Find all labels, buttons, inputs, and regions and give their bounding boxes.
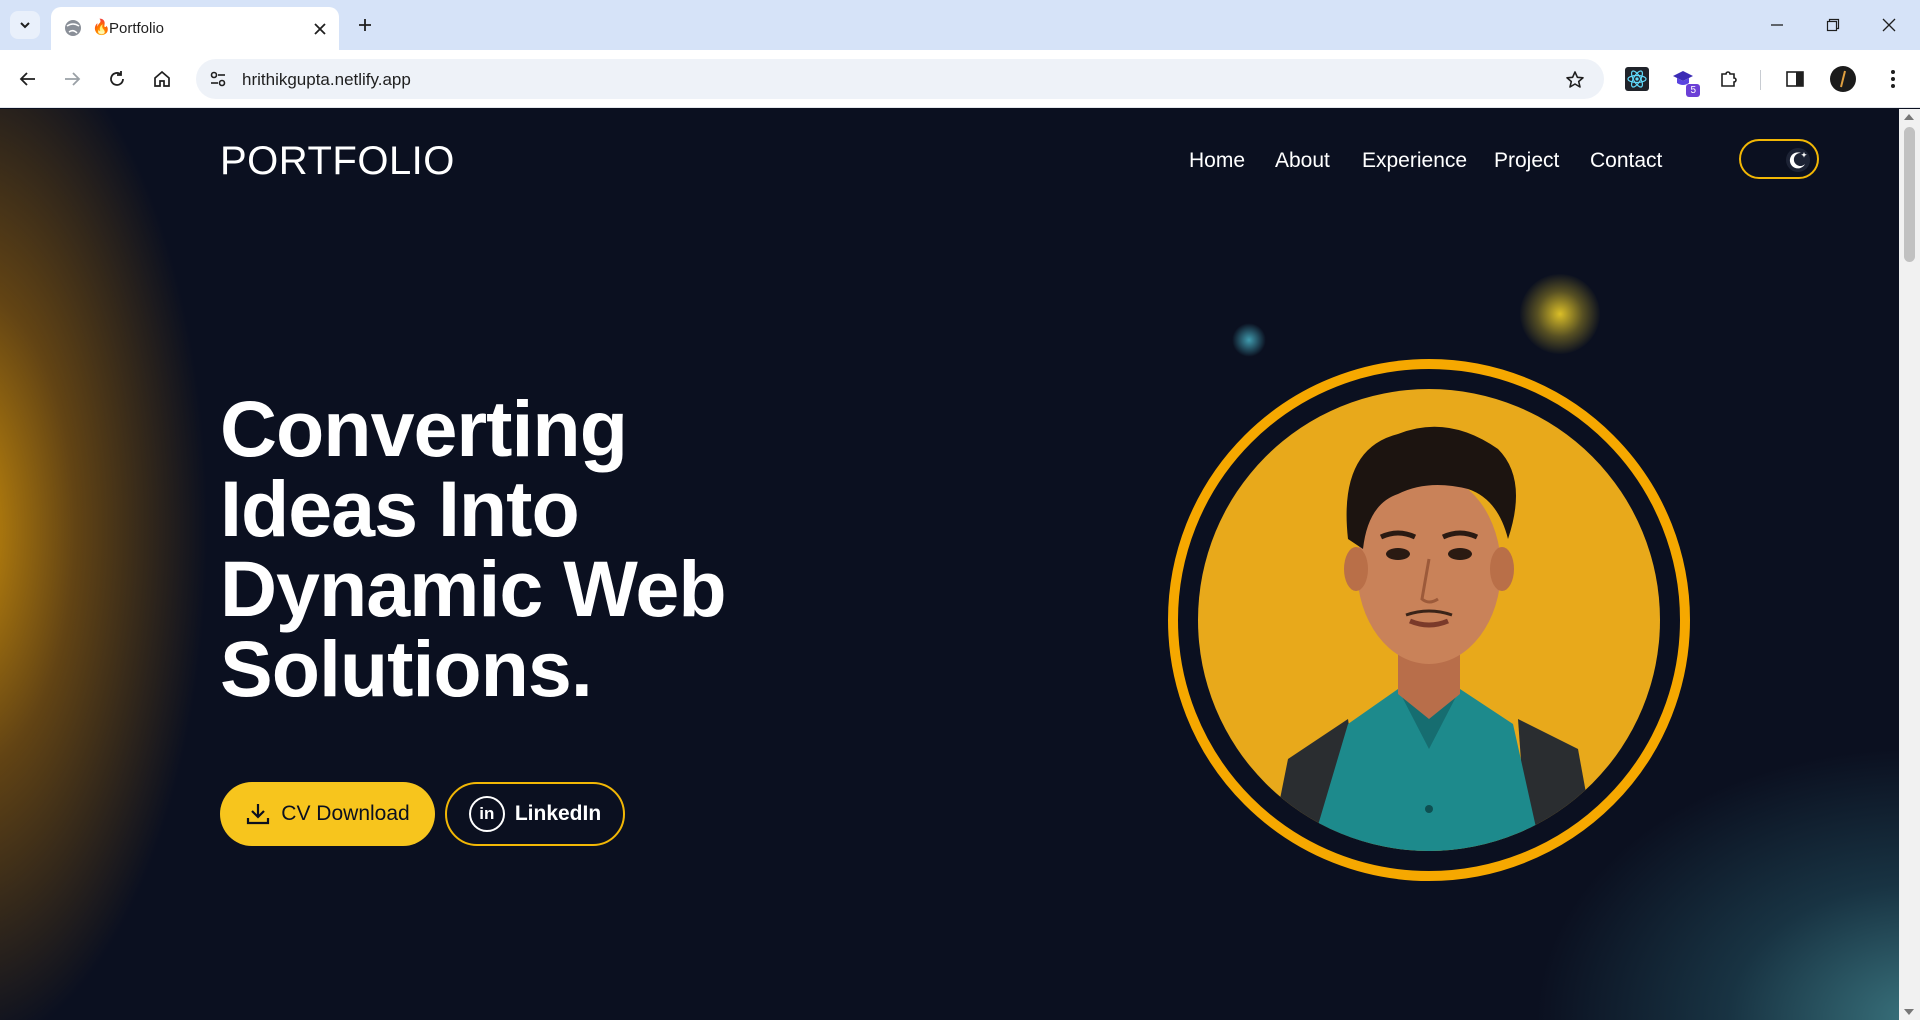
- profile-avatar[interactable]: [1830, 66, 1856, 92]
- purple-extension[interactable]: 5: [1668, 64, 1700, 97]
- restore-button[interactable]: [1820, 12, 1846, 38]
- arrow-left-icon: [19, 72, 35, 86]
- tab-search-button[interactable]: [10, 11, 40, 39]
- browser-tab-strip: 🔥 Portfolio: [0, 0, 1920, 50]
- window-close-button[interactable]: [1876, 12, 1902, 38]
- forward-button[interactable]: [57, 64, 87, 94]
- extensions-button[interactable]: [1714, 64, 1744, 94]
- cv-download-button[interactable]: CV Download: [220, 782, 435, 846]
- back-button[interactable]: [13, 64, 43, 94]
- new-tab-button[interactable]: [352, 12, 378, 38]
- browser-toolbar: hrithikgupta.netlify.app 5: [0, 50, 1920, 108]
- side-panel-icon: [1786, 71, 1804, 87]
- side-panel-button[interactable]: [1780, 64, 1810, 94]
- reload-icon: [110, 71, 124, 86]
- headline-line-1: Converting: [220, 384, 628, 473]
- url-text: hrithikgupta.netlify.app: [242, 70, 411, 89]
- chevron-down-icon: [20, 22, 30, 29]
- puzzle-icon: [1721, 71, 1737, 87]
- hero-headline: Converting Ideas Into Dynamic Web Soluti…: [220, 389, 860, 709]
- linkedin-button[interactable]: in LinkedIn: [445, 782, 625, 846]
- nav-experience[interactable]: Experience: [1362, 149, 1467, 173]
- globe-icon: [65, 20, 81, 36]
- more-vert-icon: [1891, 70, 1895, 88]
- site-logo[interactable]: PORTFOLIO: [220, 139, 455, 184]
- home-icon: [154, 70, 170, 87]
- decorative-yellow-glow: [1520, 274, 1600, 354]
- profile-photo-illustration: [1198, 389, 1660, 851]
- headline-line-2: Ideas Into: [220, 464, 580, 553]
- nav-about[interactable]: About: [1275, 149, 1330, 173]
- page-viewport: PORTFOLIO Home About Experience Project …: [0, 109, 1920, 1020]
- active-tab[interactable]: 🔥 Portfolio: [51, 7, 339, 50]
- home-button[interactable]: [147, 64, 177, 94]
- scroll-up-arrow[interactable]: [1904, 114, 1914, 120]
- nav-project[interactable]: Project: [1494, 149, 1559, 173]
- headline-line-3: Dynamic Web: [220, 544, 727, 633]
- minimize-icon: [1771, 24, 1783, 26]
- linkedin-label: LinkedIn: [514, 802, 602, 825]
- tab-title: Portfolio: [109, 20, 165, 37]
- toolbar-separator: [1760, 70, 1761, 90]
- download-icon: [247, 804, 270, 825]
- tab-favicon: 🔥: [92, 19, 111, 36]
- nav-home[interactable]: Home: [1189, 149, 1245, 173]
- scroll-down-arrow[interactable]: [1904, 1009, 1914, 1015]
- close-icon: [314, 23, 326, 35]
- star-icon: [1566, 71, 1584, 88]
- scroll-thumb[interactable]: [1904, 127, 1915, 262]
- theme-toggle[interactable]: [1739, 139, 1819, 179]
- react-devtools-extension[interactable]: [1622, 64, 1652, 94]
- plus-icon: [359, 19, 371, 31]
- close-icon: [1882, 18, 1896, 32]
- page-scrollbar[interactable]: [1899, 109, 1920, 1020]
- tab-close-button[interactable]: [309, 18, 331, 40]
- browser-menu-button[interactable]: [1878, 64, 1908, 94]
- headline-line-4: Solutions.: [220, 624, 593, 713]
- linkedin-icon: in: [468, 796, 505, 832]
- minimize-button[interactable]: [1764, 12, 1790, 38]
- nav-contact[interactable]: Contact: [1590, 149, 1662, 173]
- profile-photo: [1198, 389, 1660, 851]
- arrow-right-icon: [65, 72, 81, 86]
- bookmark-button[interactable]: [1562, 67, 1588, 93]
- profile-icon: [1840, 70, 1846, 88]
- moon-icon: [1786, 148, 1810, 172]
- cv-download-label: CV Download: [281, 802, 410, 825]
- extension-badge: 5: [1686, 84, 1700, 97]
- restore-icon: [1826, 18, 1840, 32]
- address-bar[interactable]: hrithikgupta.netlify.app: [196, 59, 1604, 99]
- reload-button[interactable]: [102, 64, 132, 94]
- decorative-blue-glow: [1232, 323, 1266, 357]
- react-icon: [1625, 67, 1649, 91]
- site-info-button[interactable]: [205, 66, 231, 92]
- tune-icon: [210, 71, 226, 87]
